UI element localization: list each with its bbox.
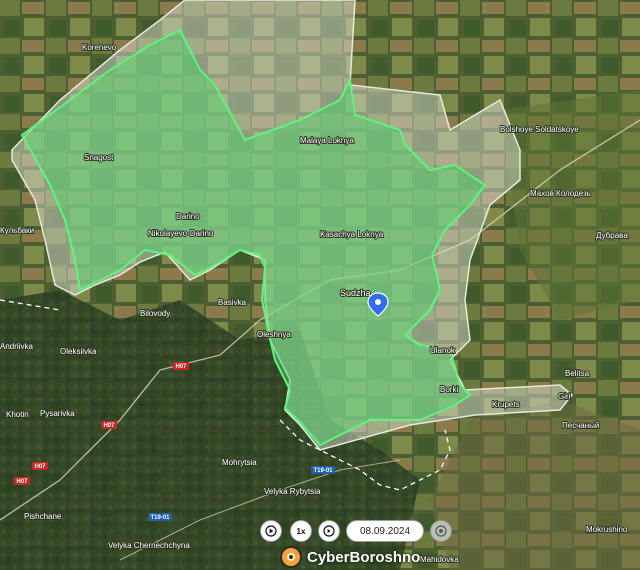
place-label: Borki [440, 385, 458, 394]
brand-watermark: CyberBoroshno [280, 545, 420, 569]
place-label: Korenevo [82, 43, 117, 52]
satellite-map[interactable]: H07 H07 H07 H07 T19-01 T19-01 Korenevo S… [0, 0, 640, 570]
place-label: Кульбаки [0, 226, 34, 235]
brand-name: CyberBoroshno [307, 548, 421, 566]
place-label: Махов Колодезь [530, 189, 591, 198]
timeline-controls: 1x 08.09.2024 [260, 520, 460, 542]
place-label: Belitsa [565, 369, 590, 378]
place-label: Nikolayevo-Darino [148, 229, 214, 238]
place-label: Krupets [492, 400, 520, 409]
place-label: Darino [176, 212, 200, 221]
svg-text:H07: H07 [103, 423, 115, 429]
place-label: Velyka Rybytsia [264, 487, 321, 496]
place-label: Snagost [84, 153, 114, 162]
road-badge: H07 [101, 421, 117, 429]
road-badge: T19-01 [148, 513, 172, 521]
place-label: Kasachya Loknya [320, 230, 384, 239]
place-label: Velyka Chernechchyna [108, 541, 190, 550]
step-icon[interactable] [318, 520, 340, 542]
place-label: Oleksiivka [60, 347, 97, 356]
place-label: Mokrushino [586, 525, 628, 534]
brand-logo-icon [280, 546, 302, 568]
road-badge: H07 [32, 462, 48, 470]
svg-text:H07: H07 [175, 364, 187, 370]
svg-text:H07: H07 [16, 479, 28, 485]
svg-text:T19-01: T19-01 [150, 515, 170, 521]
place-label: Oleshnya [257, 330, 291, 339]
place-label: Pysarivka [40, 409, 75, 418]
road-badge: T19-01 [311, 466, 335, 474]
play-icon[interactable] [260, 520, 282, 542]
place-label: Andriivka [0, 342, 33, 351]
road-badge: H07 [173, 362, 189, 370]
road-badge: H07 [14, 477, 30, 485]
map-view[interactable]: H07 H07 H07 H07 T19-01 T19-01 Korenevo S… [0, 0, 640, 570]
place-label: Дубрава [596, 231, 628, 240]
place-label: Malaya Loknya [300, 136, 354, 145]
place-label: Ulanok [430, 346, 456, 355]
place-label: Mohrytsia [222, 458, 257, 467]
next-icon[interactable] [430, 520, 452, 542]
place-label: Khotin [6, 410, 29, 419]
place-label: Sudzha [340, 288, 371, 298]
svg-text:T19-01: T19-01 [313, 468, 333, 474]
place-label: Basivka [218, 298, 247, 307]
place-label: Pishchane [24, 512, 62, 521]
place-label: Bilovody [140, 309, 170, 318]
place-label: Mahidovka [420, 555, 459, 564]
place-label: Песчаный [562, 421, 599, 430]
place-label: Giri [558, 392, 571, 401]
speed-button[interactable]: 1x [290, 520, 312, 542]
date-field[interactable]: 08.09.2024 [346, 520, 424, 542]
place-label: Bolshoye Soldatskoye [500, 125, 579, 134]
svg-text:H07: H07 [34, 464, 46, 470]
